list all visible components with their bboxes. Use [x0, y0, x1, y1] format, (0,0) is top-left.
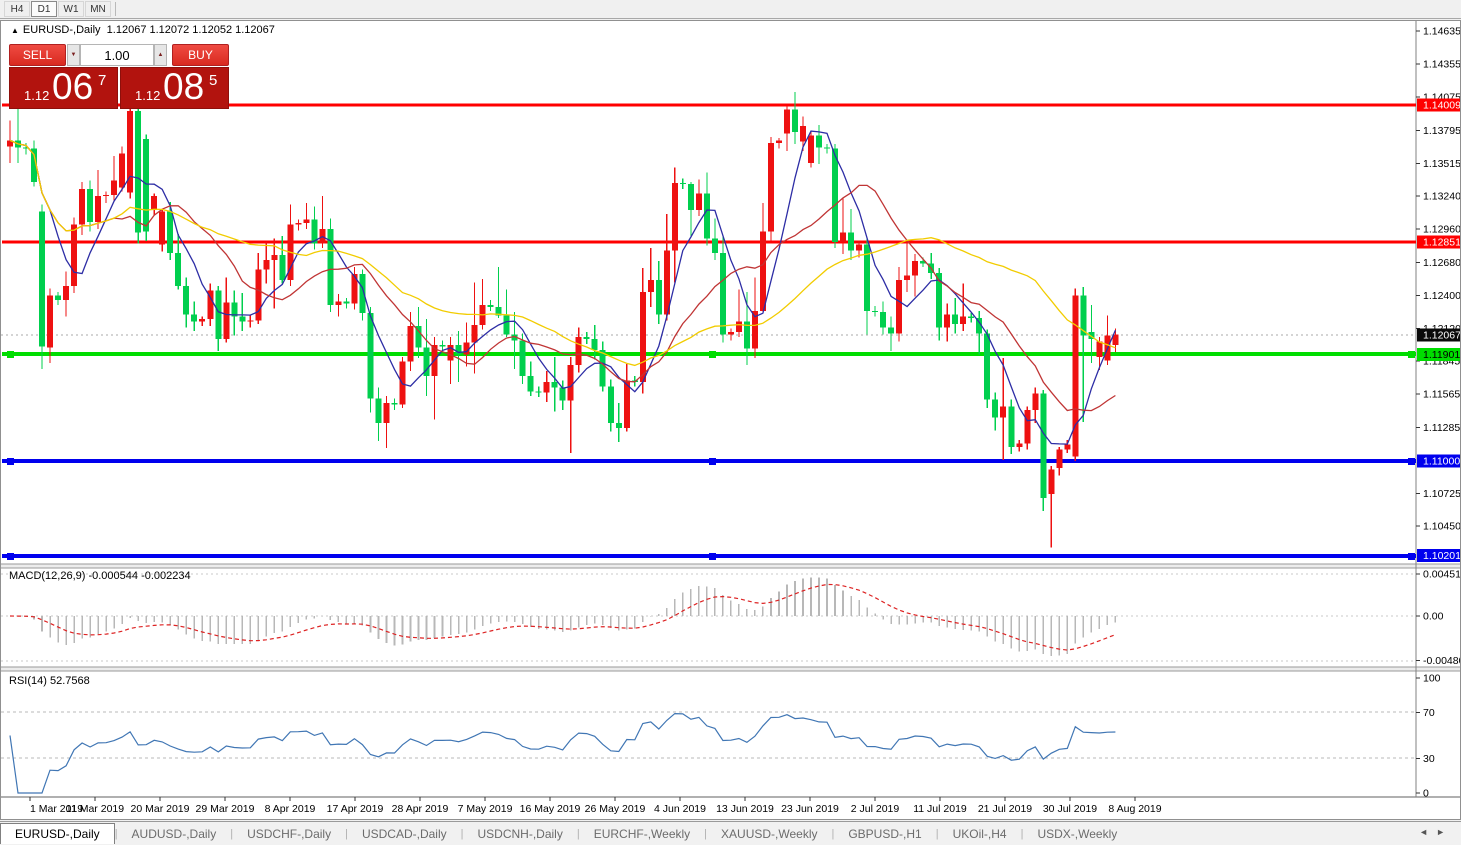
toolbar-separator — [115, 2, 116, 16]
macd-indicator-label: MACD(12,26,9) -0.000544 -0.002234 — [9, 570, 191, 582]
chart-window: 1.14635 1.14355 1.14075 1.13795 1.13515 1.132… — [0, 20, 1461, 820]
svg-text:-0.004806: -0.004806 — [1423, 655, 1460, 667]
svg-text:8 Aug 2019: 8 Aug 2019 — [1108, 803, 1161, 815]
chart-tab-eurchf-weekly[interactable]: EURCHF-,Weekly — [580, 824, 704, 845]
svg-text:23 Jun 2019: 23 Jun 2019 — [781, 803, 839, 815]
svg-text:1.14355: 1.14355 — [1423, 59, 1460, 71]
buy-price-display[interactable]: 1.12 08 5 — [120, 66, 229, 109]
tab-scroll-left-icon[interactable]: ◄ — [1419, 827, 1436, 837]
chart-tab-usdx-weekly[interactable]: USDX-,Weekly — [1023, 824, 1131, 845]
svg-text:30: 30 — [1423, 753, 1435, 765]
sell-price-point: 7 — [98, 72, 107, 89]
timeframe-toolbar: H4 D1 W1 MN — [0, 0, 1461, 19]
one-click-trading-panel: SELL ▼ ▲ BUY 1.12 06 7 1.12 08 5 — [9, 44, 229, 109]
svg-text:17 Apr 2019: 17 Apr 2019 — [327, 803, 384, 815]
svg-text:16 May 2019: 16 May 2019 — [520, 803, 581, 815]
svg-text:1.14009: 1.14009 — [1423, 100, 1460, 112]
svg-text:7 May 2019: 7 May 2019 — [458, 803, 513, 815]
svg-text:1.14635: 1.14635 — [1423, 25, 1460, 37]
svg-text:1.11901: 1.11901 — [1423, 349, 1460, 361]
timeframe-button-mn[interactable]: MN — [85, 1, 111, 17]
timeframe-button-h4[interactable]: H4 — [4, 1, 30, 17]
svg-text:30 Jul 2019: 30 Jul 2019 — [1043, 803, 1097, 815]
svg-text:13 Jun 2019: 13 Jun 2019 — [716, 803, 774, 815]
application: H4 D1 W1 MN 1.14635 1.14355 1.14075 1.13795 1.1… — [0, 0, 1461, 845]
buy-price-main: 1.12 — [135, 88, 161, 103]
chart-tab-audusd-daily[interactable]: AUDUSD-,Daily — [118, 824, 231, 845]
buy-price-pips: 08 — [163, 66, 205, 107]
svg-text:28 Apr 2019: 28 Apr 2019 — [392, 803, 449, 815]
ohlc-readout: 1.12067 1.12072 1.12052 1.12067 — [106, 24, 275, 36]
trade-panel-prices: 1.12 06 7 1.12 08 5 — [9, 66, 229, 109]
chart-tab-bar: EURUSD-,Daily | AUDUSD-,Daily | USDCHF-,Dail… — [0, 821, 1461, 845]
svg-text:1.13515: 1.13515 — [1423, 158, 1460, 170]
svg-text:1.13795: 1.13795 — [1423, 125, 1460, 137]
svg-text:26 May 2019: 26 May 2019 — [585, 803, 646, 815]
price-chart[interactable]: 1.146351.143551.140751.137951.135151.132… — [1, 21, 1460, 819]
chart-tab-usdchf-daily[interactable]: USDCHF-,Daily — [233, 824, 345, 845]
svg-text:1.12960: 1.12960 — [1423, 224, 1460, 236]
svg-text:2 Jul 2019: 2 Jul 2019 — [851, 803, 900, 815]
svg-text:1.12400: 1.12400 — [1423, 290, 1460, 302]
sell-button[interactable]: SELL — [9, 44, 66, 66]
svg-text:1.10201: 1.10201 — [1423, 550, 1460, 562]
timeframe-button-w1[interactable]: W1 — [58, 1, 84, 17]
svg-text:29 Mar 2019: 29 Mar 2019 — [196, 803, 255, 815]
chart-title: ▲ EURUSD-,Daily 1.12067 1.12072 1.12052 1… — [11, 24, 275, 36]
svg-text:4 Jun 2019: 4 Jun 2019 — [654, 803, 706, 815]
svg-text:0: 0 — [1423, 787, 1429, 799]
svg-text:0.00: 0.00 — [1423, 611, 1444, 623]
svg-text:1.11285: 1.11285 — [1423, 422, 1460, 434]
svg-text:1.10450: 1.10450 — [1423, 521, 1460, 533]
chart-tab-usdcnh-daily[interactable]: USDCNH-,Daily — [464, 824, 577, 845]
svg-text:0.004517: 0.004517 — [1423, 569, 1460, 581]
svg-text:70: 70 — [1423, 707, 1435, 719]
svg-text:11 Mar 2019: 11 Mar 2019 — [66, 803, 124, 815]
svg-text:1.10725: 1.10725 — [1423, 488, 1460, 500]
volume-decrease-button[interactable]: ▼ — [67, 44, 80, 66]
volume-increase-button[interactable]: ▲ — [154, 44, 167, 66]
svg-text:100: 100 — [1423, 673, 1441, 685]
sell-price-main: 1.12 — [24, 88, 50, 103]
chart-tab-gbpusd-h1[interactable]: GBPUSD-,H1 — [834, 824, 935, 845]
rsi-indicator-label: RSI(14) 52.7568 — [9, 675, 90, 687]
svg-text:1.11565: 1.11565 — [1423, 389, 1460, 401]
svg-text:1.12851: 1.12851 — [1423, 237, 1460, 249]
volume-input[interactable] — [80, 44, 154, 66]
chart-tab-usdcad-daily[interactable]: USDCAD-,Daily — [348, 824, 461, 845]
buy-price-point: 5 — [209, 72, 218, 89]
svg-text:8 Apr 2019: 8 Apr 2019 — [265, 803, 316, 815]
svg-text:20 Mar 2019: 20 Mar 2019 — [131, 803, 190, 815]
chart-tab-eurusd-daily[interactable]: EURUSD-,Daily — [0, 823, 115, 844]
tab-scroll-right-icon[interactable]: ► — [1436, 827, 1453, 837]
svg-text:1.13240: 1.13240 — [1423, 191, 1460, 203]
svg-text:1.12067: 1.12067 — [1423, 329, 1460, 341]
buy-button[interactable]: BUY — [172, 44, 229, 66]
svg-text:1.12680: 1.12680 — [1423, 257, 1460, 269]
symbol-marker-icon: ▲ — [11, 26, 19, 35]
sell-price-display[interactable]: 1.12 06 7 — [9, 66, 118, 109]
symbol-name: EURUSD-,Daily — [22, 24, 101, 36]
svg-text:21 Jul 2019: 21 Jul 2019 — [978, 803, 1032, 815]
chart-tab-xauusd-weekly[interactable]: XAUUSD-,Weekly — [707, 824, 831, 845]
tab-scroll-arrows[interactable]: ◄► — [1419, 827, 1453, 837]
svg-text:1.11000: 1.11000 — [1423, 456, 1460, 468]
timeframe-button-d1[interactable]: D1 — [31, 1, 57, 17]
svg-text:11 Jul 2019: 11 Jul 2019 — [913, 803, 967, 815]
trade-panel-controls: SELL ▼ ▲ BUY — [9, 44, 229, 66]
chart-tab-ukoil-h4[interactable]: UKOil-,H4 — [939, 824, 1021, 845]
sell-price-pips: 06 — [52, 66, 94, 107]
